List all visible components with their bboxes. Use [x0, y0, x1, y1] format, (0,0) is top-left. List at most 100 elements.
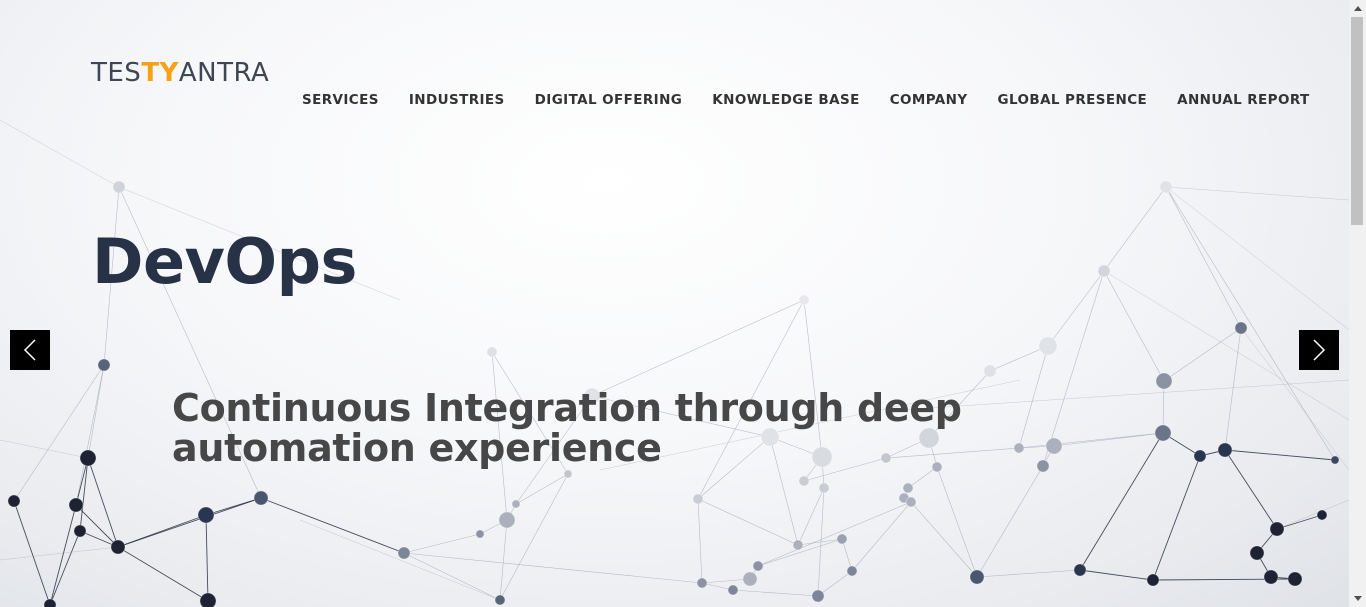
- nav-item-digital-offering[interactable]: DIGITAL OFFERING: [535, 92, 683, 112]
- network-node: [1269, 521, 1285, 537]
- network-node: [73, 524, 87, 538]
- scrollbar-thumb[interactable]: [1351, 17, 1363, 225]
- network-edge: [1224, 449, 1278, 530]
- network-node: [1234, 321, 1248, 335]
- network-node: [511, 499, 521, 509]
- network-node: [498, 511, 516, 529]
- network-node: [692, 493, 704, 505]
- network-edge: [976, 465, 1044, 578]
- network-node: [1159, 180, 1173, 194]
- network-edge: [1165, 186, 1349, 331]
- network-edge: [1079, 569, 1154, 581]
- network-node: [1155, 372, 1173, 390]
- logo-part-2: TY: [141, 58, 179, 88]
- network-node: [79, 449, 97, 467]
- network-node: [1073, 563, 1087, 577]
- network-edge: [910, 501, 978, 578]
- network-edge: [499, 473, 569, 601]
- network-node: [1263, 569, 1279, 585]
- network-node: [798, 475, 810, 487]
- network-edge: [117, 497, 262, 548]
- network-node: [1146, 573, 1160, 587]
- network-edge: [851, 501, 912, 572]
- network-node: [7, 494, 21, 508]
- network-edge: [0, 546, 119, 561]
- hero-subtitle: Continuous Integration through deep auto…: [172, 386, 962, 470]
- nav-item-industries[interactable]: INDUSTRIES: [409, 92, 505, 112]
- network-node: [494, 594, 506, 606]
- scroll-down-button[interactable]: [1349, 590, 1366, 607]
- nav-item-knowledge-base[interactable]: KNOWLEDGE BASE: [712, 92, 859, 112]
- nav-item-services[interactable]: SERVICES: [302, 92, 379, 112]
- network-edge: [403, 552, 501, 601]
- network-edge: [797, 487, 825, 546]
- network-edge: [117, 546, 209, 602]
- vertical-scrollbar[interactable]: [1349, 0, 1366, 607]
- network-node: [253, 490, 269, 506]
- network-edge: [79, 457, 89, 532]
- network-edge: [1276, 499, 1349, 530]
- network-node: [1217, 442, 1233, 458]
- network-edge: [1047, 270, 1105, 347]
- network-edge: [1103, 186, 1167, 272]
- network-edge: [403, 533, 481, 554]
- network-edge: [0, 119, 120, 188]
- network-edge: [1224, 449, 1336, 461]
- network-node: [1316, 509, 1328, 521]
- network-edge: [13, 500, 51, 606]
- network-node: [983, 364, 997, 378]
- network-node: [905, 496, 917, 508]
- network-node: [1038, 336, 1058, 356]
- network-edge: [205, 514, 209, 602]
- scroll-up-button[interactable]: [1349, 0, 1366, 17]
- nav-item-annual-report[interactable]: ANNUAL REPORT: [1177, 92, 1310, 112]
- network-node: [563, 469, 573, 479]
- network-node: [696, 577, 708, 589]
- network-node: [112, 180, 126, 194]
- hero-title: DevOps: [92, 225, 357, 298]
- network-node: [818, 482, 830, 494]
- network-node: [742, 571, 758, 587]
- network-node: [397, 546, 411, 560]
- hero-banner: TESTYANTRA SERVICES INDUSTRIES DIGITAL O…: [0, 0, 1349, 607]
- network-node: [110, 539, 126, 555]
- nav-item-global-presence[interactable]: GLOBAL PRESENCE: [998, 92, 1148, 112]
- network-node: [97, 358, 111, 372]
- network-node: [836, 533, 848, 545]
- network-edge: [499, 519, 508, 601]
- network-edge: [49, 530, 81, 606]
- chevron-left-icon: [23, 339, 36, 361]
- network-node: [1287, 571, 1303, 587]
- nav-item-company[interactable]: COMPANY: [890, 92, 968, 112]
- network-node: [197, 506, 215, 524]
- network-edge: [936, 466, 978, 578]
- network-node: [475, 529, 485, 539]
- network-node: [1193, 449, 1207, 463]
- network-edge: [403, 552, 703, 584]
- network-node: [846, 565, 858, 577]
- network-node: [1249, 545, 1265, 561]
- network-node: [43, 598, 57, 607]
- network-node: [1097, 264, 1111, 278]
- network-edge: [1103, 270, 1165, 382]
- chevron-right-icon: [1313, 339, 1326, 361]
- network-edge: [1152, 455, 1201, 581]
- network-edge: [591, 299, 805, 397]
- network-node: [792, 539, 804, 551]
- network-edge: [757, 501, 912, 567]
- network-edge: [87, 457, 119, 548]
- network-edge: [299, 519, 501, 601]
- network-edge: [1163, 327, 1242, 382]
- network-node: [1330, 455, 1340, 465]
- slider-next-button[interactable]: [1299, 330, 1339, 370]
- network-edge: [976, 569, 1081, 578]
- network-node: [752, 560, 764, 572]
- network-edge: [697, 498, 799, 546]
- slider-prev-button[interactable]: [10, 330, 50, 370]
- logo-part-1: TES: [91, 58, 142, 88]
- triangle-up-icon: [1353, 6, 1362, 11]
- network-node: [486, 346, 498, 358]
- brand-logo[interactable]: TESTYANTRA: [91, 58, 269, 90]
- logo-part-3: ANTRA: [178, 58, 270, 88]
- network-node: [902, 482, 914, 494]
